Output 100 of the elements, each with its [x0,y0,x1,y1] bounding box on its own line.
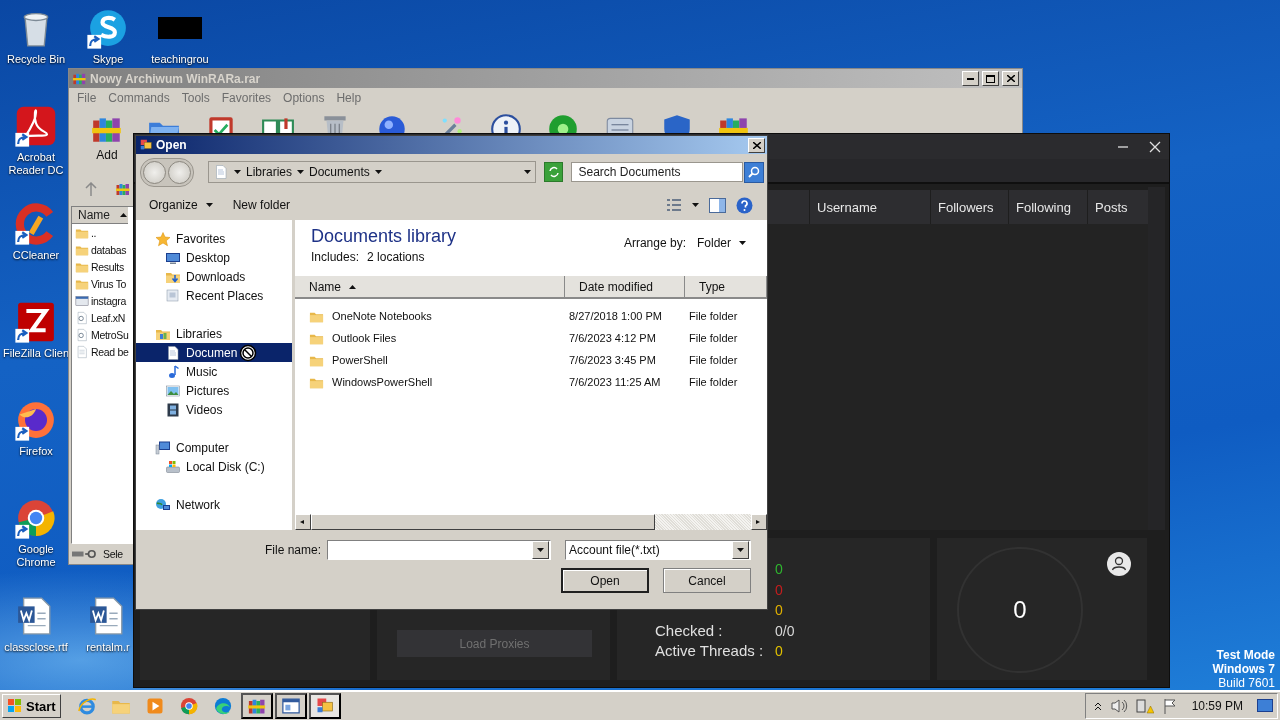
computer-icon [155,439,171,456]
film-strip-icon [165,401,181,418]
file-name[interactable]: Outlook Files [328,332,397,344]
breadcrumb-item[interactable]: Documents [309,165,370,179]
file-name[interactable]: Results [91,260,124,273]
pdf-app-icon[interactable] [14,104,58,148]
os-notice-text: Build 7601 [1218,676,1275,690]
caret-icon [537,548,544,552]
search-button[interactable] [743,161,764,183]
add-button[interactable]: Add [89,112,125,162]
nav-item[interactable]: Computer [136,438,292,457]
menu-item[interactable]: Options [277,91,331,105]
speaker-icon[interactable] [1109,698,1128,714]
desktop-icon-label: teachingrou [151,53,209,66]
file-name[interactable]: .. [91,226,97,239]
nav-item[interactable]: Music [136,362,292,381]
refresh-icon [547,166,560,178]
help-icon[interactable] [736,196,753,214]
minimize-icon [967,77,974,80]
new-folder-button[interactable]: New folder [231,196,292,214]
nav-item[interactable]: Desktop [136,248,292,267]
file-name[interactable]: PowerShell [328,354,388,366]
column-header[interactable]: Type [685,276,767,297]
document-icon [165,344,181,361]
arrange-label: Arrange by: [623,236,686,250]
caret-icon [737,548,744,552]
horizontal-scrollbar[interactable] [295,514,767,530]
window-icon [280,696,301,716]
maximize-icon [986,74,995,83]
organize-button[interactable]: Organize [148,196,214,214]
caret-icon [234,170,241,174]
stat-label: Checked : [655,620,724,641]
file-name[interactable]: OneNote Notebooks [328,310,432,322]
taskbar-button[interactable] [240,693,273,719]
file-name-field[interactable] [327,540,551,560]
flag-icon[interactable] [1161,698,1178,714]
cancel-button[interactable]: Cancel [663,568,751,593]
no-entry-cursor-icon [239,343,258,362]
stat-value: 0 [775,602,783,618]
file-name[interactable]: Virus To [91,277,127,290]
locations-link[interactable]: 2 locations [367,250,425,264]
file-name[interactable]: Leaf.xN [91,311,126,324]
file-name-label: File name: [264,543,321,557]
column-header[interactable]: Followers [931,190,1008,224]
column-header[interactable]: Name [295,276,565,297]
column-header[interactable]: Posts [1088,190,1148,224]
file-type-dropdown[interactable]: Account file(*.txt) [565,540,751,560]
windows-flag-icon [7,698,23,714]
preview-pane-icon[interactable] [709,197,726,213]
user-icon[interactable] [1106,551,1132,577]
desktop-icon-label: Google Chrome [15,543,57,569]
script-file-icon [75,327,89,342]
nav-item[interactable]: Downloads [136,267,292,286]
nav-item[interactable]: Network [136,495,292,514]
refresh-button[interactable] [544,162,564,182]
chevron-up-icon[interactable] [1093,701,1102,711]
view-list-icon[interactable] [666,198,682,212]
desktop-icon-label: rentalm.r [86,641,130,654]
minimize-button[interactable] [962,71,979,86]
nav-item[interactable]: Recent Places [136,286,292,305]
arrange-dropdown[interactable]: Folder [696,234,747,252]
close-button[interactable] [1002,71,1019,86]
column-header[interactable]: Name [72,207,128,224]
column-header[interactable]: Date modified [565,276,685,297]
menu-item[interactable]: Tools [175,91,216,105]
close-icon[interactable] [1149,140,1161,153]
file-name[interactable]: databas [91,243,127,256]
search-field[interactable]: Search Documents [571,162,743,182]
desktop-icon-label: classclose.rtf [4,641,68,654]
network-warning-icon[interactable] [1135,698,1154,714]
date-modified-cell-text: 8/27/2018 1:00 PM [568,310,663,322]
close-button[interactable] [748,137,765,153]
taskbar-button[interactable] [274,693,307,719]
nav-item[interactable]: Favorites [136,229,292,248]
desktop-icon-label: Acrobat Reader DC [7,151,65,177]
nav-item[interactable]: Local Disk (C:) [136,457,292,476]
caret-icon [349,284,356,289]
open-button[interactable]: Open [561,568,649,593]
taskbar-button[interactable] [308,693,341,719]
breadcrumb-item[interactable]: Libraries [246,165,293,179]
nav-item[interactable]: Documen [136,343,292,362]
column-header[interactable]: Username [810,190,930,224]
start-button[interactable]: Start [2,694,61,718]
caret-icon [299,520,307,524]
nav-item[interactable]: Pictures [136,381,292,400]
menu-item[interactable]: Commands [102,91,176,105]
clock[interactable]: 10:59 PM [1191,699,1243,713]
show-desktop-icon[interactable] [1257,699,1273,713]
nav-item[interactable]: Videos [136,400,292,419]
column-header[interactable]: Following [1009,190,1087,224]
address-bar[interactable]: Libraries Documents [208,161,536,183]
maximize-button[interactable] [982,71,999,86]
file-name[interactable]: instagra [91,294,126,307]
file-name[interactable]: MetroSu [91,328,129,341]
file-name[interactable]: WindowsPowerShell [328,376,433,388]
network-globe-icon [155,496,171,513]
date-modified-cell-text: 7/6/2023 4:12 PM [568,332,657,344]
nav-item[interactable]: Libraries [136,324,292,343]
file-name[interactable]: Read be [91,345,129,358]
forward-button[interactable] [168,160,191,184]
